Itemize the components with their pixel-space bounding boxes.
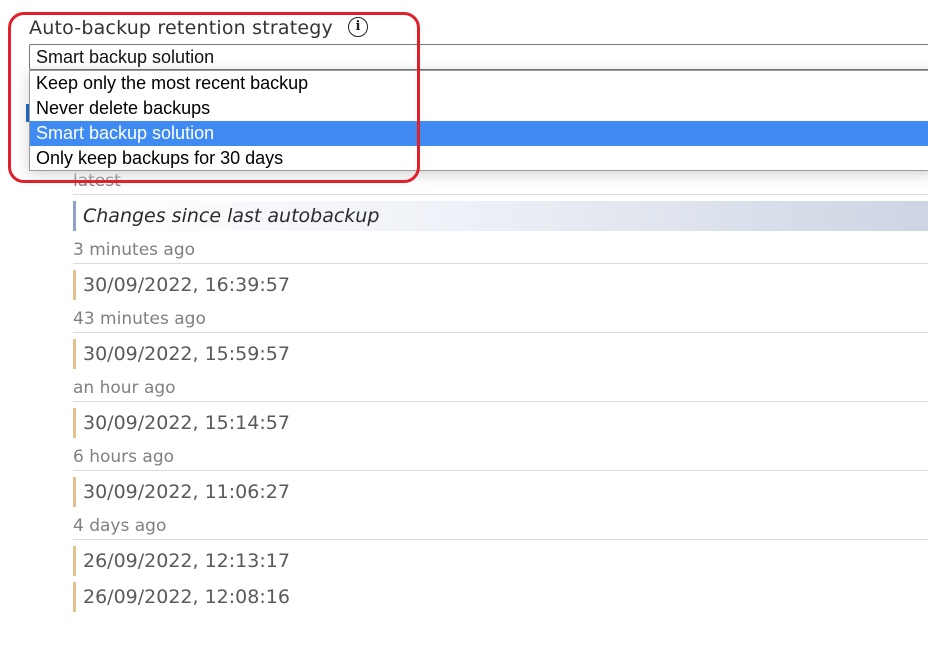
option-never-delete[interactable]: Never delete backups [30, 96, 928, 121]
group-header: an hour ago [73, 375, 928, 402]
backup-item[interactable]: 30/09/2022, 11:06:27 [73, 477, 928, 507]
group-header: 6 hours ago [73, 444, 928, 471]
backup-list: latest Changes since last autobackup 3 m… [73, 168, 928, 618]
group-header: 43 minutes ago [73, 306, 928, 333]
group-header: 3 minutes ago [73, 237, 928, 264]
backup-item[interactable]: 26/09/2022, 12:08:16 [73, 582, 928, 612]
backup-item-current[interactable]: Changes since last autobackup [73, 201, 928, 231]
group-header: 4 days ago [73, 513, 928, 540]
option-keep-30-days[interactable]: Only keep backups for 30 days [30, 146, 928, 171]
group-header: latest [73, 168, 928, 195]
backup-settings-page: latest Changes since last autobackup 3 m… [0, 0, 928, 645]
backup-item[interactable]: 26/09/2022, 12:13:17 [73, 546, 928, 576]
backup-item[interactable]: 30/09/2022, 16:39:57 [73, 270, 928, 300]
backup-item[interactable]: 30/09/2022, 15:59:57 [73, 339, 928, 369]
backup-item[interactable]: 30/09/2022, 15:14:57 [73, 408, 928, 438]
option-smart-backup[interactable]: Smart backup solution [30, 121, 928, 146]
retention-strategy-select[interactable]: Smart backup solution [29, 44, 928, 70]
info-icon[interactable]: i [348, 17, 368, 37]
setting-label: Auto-backup retention strategy [29, 17, 333, 39]
option-keep-most-recent[interactable]: Keep only the most recent backup [30, 71, 928, 96]
retention-strategy-dropdown: Keep only the most recent backup Never d… [29, 70, 928, 171]
